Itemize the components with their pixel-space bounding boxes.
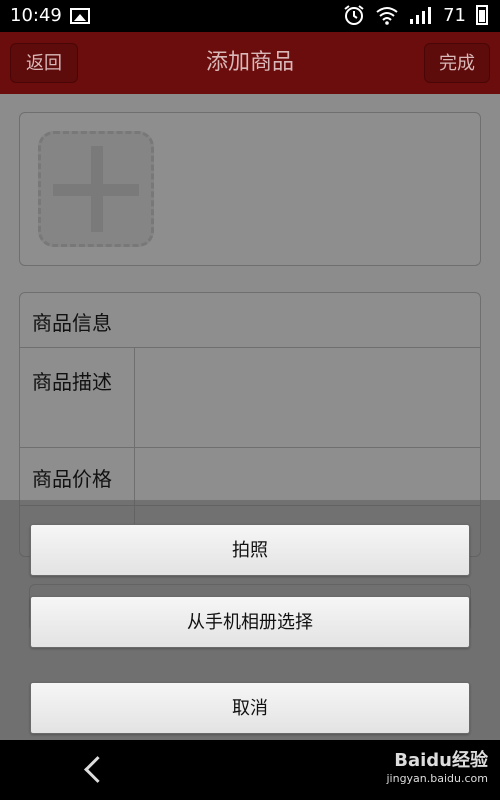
add-photo-button[interactable] [38, 131, 154, 247]
cancel-button[interactable]: 取消 [30, 682, 470, 734]
status-time: 10:49 [10, 5, 62, 26]
watermark-brand: Baidu经验 [394, 750, 488, 771]
description-label: 商品描述 [32, 370, 112, 394]
signal-icon [410, 7, 432, 24]
done-button[interactable]: 完成 [424, 43, 490, 83]
price-label: 商品价格 [32, 467, 112, 491]
photo-card [19, 112, 481, 266]
action-sheet: 拍照 从手机相册选择 取消 [0, 500, 500, 740]
info-header-row: 商品信息 [20, 293, 480, 348]
status-icons: 71 [343, 4, 488, 26]
title-bar: 添加商品 返回 完成 [0, 32, 500, 94]
take-photo-button[interactable]: 拍照 [30, 524, 470, 576]
watermark: Baidu经验 jingyan.baidu.com [386, 746, 488, 785]
battery-icon [476, 5, 488, 25]
image-icon [70, 8, 90, 24]
battery-level: 71 [443, 4, 466, 26]
info-header: 商品信息 [32, 311, 112, 335]
price-row[interactable]: 商品价格 [20, 448, 480, 506]
watermark-url: jingyan.baidu.com [386, 772, 488, 785]
choose-from-album-button[interactable]: 从手机相册选择 [30, 596, 470, 648]
status-bar: 10:49 71 [0, 0, 500, 32]
wifi-icon [376, 7, 398, 25]
alarm-icon [344, 5, 364, 25]
system-nav-bar: Baidu经验 jingyan.baidu.com [0, 740, 500, 800]
chevron-left-icon[interactable] [84, 756, 111, 783]
description-row[interactable]: 商品描述 [20, 348, 480, 448]
back-button[interactable]: 返回 [10, 43, 78, 83]
